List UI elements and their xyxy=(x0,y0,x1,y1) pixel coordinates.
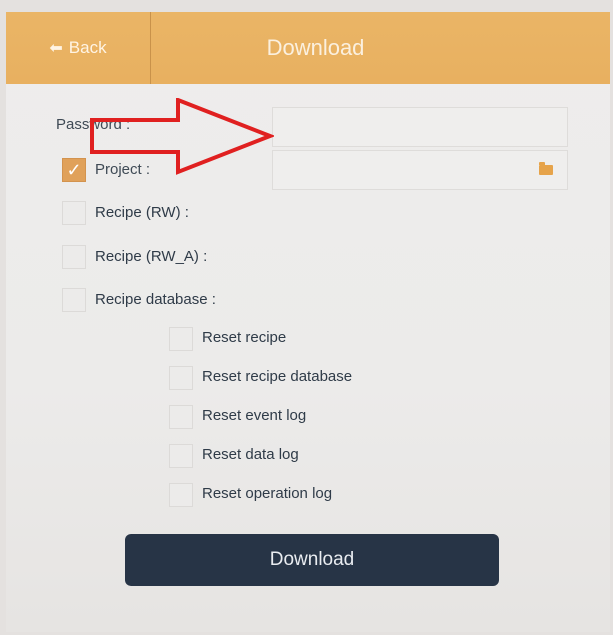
recipe-database-label: Recipe database : xyxy=(95,291,216,308)
annotation-arrow-icon xyxy=(90,98,274,175)
back-label: Back xyxy=(68,38,107,57)
reset-event-log-label: Reset event log xyxy=(202,407,307,424)
reset-operation-log-checkbox[interactable] xyxy=(169,483,193,507)
header-bar: ⬅ Back Download xyxy=(6,12,610,84)
recipe-rw-a-label: Recipe (RW_A) : xyxy=(95,248,208,265)
back-button[interactable]: ⬅ Back xyxy=(6,12,150,84)
reset-recipe-database-label: Reset recipe database xyxy=(202,368,353,385)
reset-data-log-checkbox[interactable] xyxy=(169,444,193,468)
reset-recipe-database-checkbox[interactable] xyxy=(169,366,193,390)
page-title: Download xyxy=(266,35,365,60)
reset-operation-log-label: Reset operation log xyxy=(202,485,333,502)
reset-event-log-checkbox[interactable] xyxy=(169,405,193,429)
arrow-left-icon: ⬅ xyxy=(49,40,63,57)
project-path-input[interactable] xyxy=(272,150,568,190)
download-screen: ⬅ Back Download Password : ✓ Project : R… xyxy=(6,12,610,632)
recipe-database-checkbox[interactable] xyxy=(62,288,86,312)
download-button-label: Download xyxy=(269,549,355,570)
check-icon: ✓ xyxy=(66,160,82,180)
password-input[interactable] xyxy=(272,107,568,147)
reset-recipe-checkbox[interactable] xyxy=(169,327,193,351)
reset-recipe-label: Reset recipe xyxy=(202,329,287,346)
download-button[interactable]: Download xyxy=(125,534,499,586)
project-checkbox[interactable]: ✓ xyxy=(62,158,86,182)
recipe-rw-label: Recipe (RW) : xyxy=(95,204,189,221)
reset-data-log-label: Reset data log xyxy=(202,446,299,463)
recipe-rw-checkbox[interactable] xyxy=(62,201,86,225)
folder-icon[interactable] xyxy=(539,162,553,175)
recipe-rw-a-checkbox[interactable] xyxy=(62,245,86,269)
